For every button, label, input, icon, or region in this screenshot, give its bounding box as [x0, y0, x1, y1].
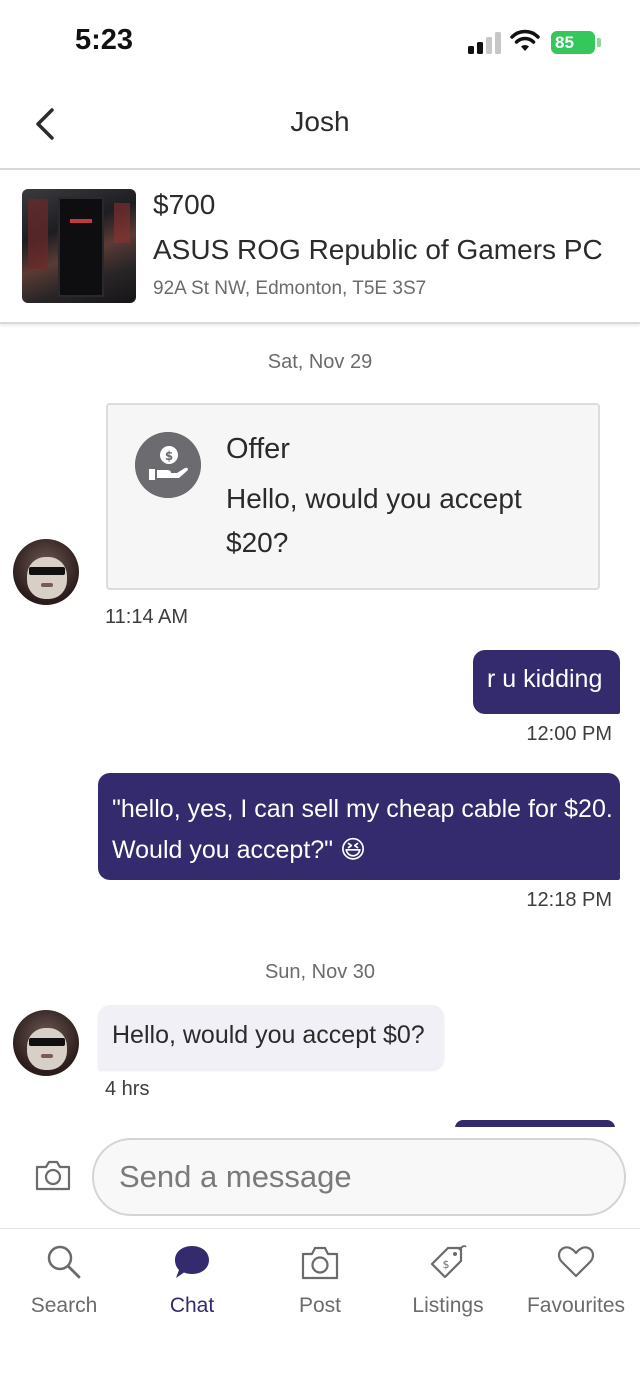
- message-text-line: Would you accept?": [112, 836, 334, 864]
- tab-search[interactable]: Search: [0, 1242, 128, 1332]
- tab-label: Chat: [169, 1294, 215, 1317]
- listing-address: 92A St NW, Edmonton, T5E 3S7: [153, 278, 427, 299]
- message-text-line: "hello, yes, I can sell my cheap cable f…: [112, 795, 613, 823]
- listing-thumbnail[interactable]: [22, 189, 136, 303]
- date-separator: Sun, Nov 30: [264, 961, 376, 983]
- outgoing-message[interactable]: r u kidding: [473, 650, 620, 714]
- tab-chat[interactable]: Chat: [128, 1242, 256, 1332]
- svg-text:$: $: [165, 449, 173, 463]
- chat-header: Josh: [0, 86, 640, 170]
- battery-nub: [597, 38, 601, 47]
- tab-post[interactable]: Post: [256, 1242, 384, 1332]
- incoming-message[interactable]: Hello, would you accept $0?: [98, 1005, 444, 1069]
- listing-summary-card[interactable]: $700 ASUS ROG Republic of Gamers PC 92A …: [0, 172, 640, 324]
- message-timestamp: 12:18 PM: [526, 889, 612, 911]
- camera-icon: [301, 1246, 339, 1280]
- status-time: 5:23: [75, 24, 134, 56]
- listing-title: ASUS ROG Republic of Gamers PC: [153, 234, 603, 265]
- tab-label: Listings: [412, 1294, 484, 1317]
- tab-listings[interactable]: $ Listings: [384, 1242, 512, 1332]
- date-separator: Sat, Nov 29: [267, 351, 373, 373]
- message-timestamp: 12:00 PM: [526, 723, 612, 745]
- message-text: Hello, would you accept $0?: [112, 1021, 425, 1049]
- offer-card: $ Offer Hello, would you accept $20?: [106, 403, 600, 590]
- message-composer: [0, 1127, 640, 1229]
- avatar[interactable]: [13, 1010, 79, 1076]
- message-timestamp: 4 hrs: [105, 1078, 150, 1100]
- wifi-icon: [510, 29, 540, 51]
- status-bar: 5:23 85: [0, 0, 640, 86]
- tab-label: Favourites: [526, 1294, 626, 1317]
- money-hand-icon: $: [135, 432, 201, 498]
- tab-label: Post: [298, 1294, 342, 1317]
- bottom-tab-bar: Search Chat Post $ Listings Favourites: [0, 1230, 640, 1386]
- offer-text: Hello, would you accept $20?: [226, 483, 522, 558]
- chat-bubble-icon: [175, 1246, 209, 1278]
- battery-icon: 85: [551, 31, 595, 54]
- tab-label: Search: [30, 1294, 98, 1317]
- svg-text:$: $: [443, 1258, 450, 1271]
- search-icon: [47, 1245, 81, 1279]
- cellular-signal-icon: [468, 32, 502, 54]
- camera-icon[interactable]: [34, 1157, 72, 1193]
- price-tag-icon: $: [430, 1245, 467, 1279]
- offer-title: Offer: [226, 433, 290, 465]
- message-input[interactable]: [92, 1138, 626, 1216]
- contact-name: Josh: [290, 106, 350, 137]
- avatar[interactable]: [13, 539, 79, 605]
- tab-favourites[interactable]: Favourites: [512, 1242, 640, 1332]
- outgoing-message[interactable]: "hello, yes, I can sell my cheap cable f…: [98, 773, 620, 880]
- heart-icon: [557, 1246, 595, 1278]
- message-timestamp: 11:14 AM: [105, 606, 189, 628]
- listing-price: $700: [153, 189, 216, 220]
- laughing-emoji-icon: 😆: [340, 836, 367, 864]
- message-text: r u kidding: [487, 665, 603, 693]
- battery-level: 85: [555, 33, 574, 52]
